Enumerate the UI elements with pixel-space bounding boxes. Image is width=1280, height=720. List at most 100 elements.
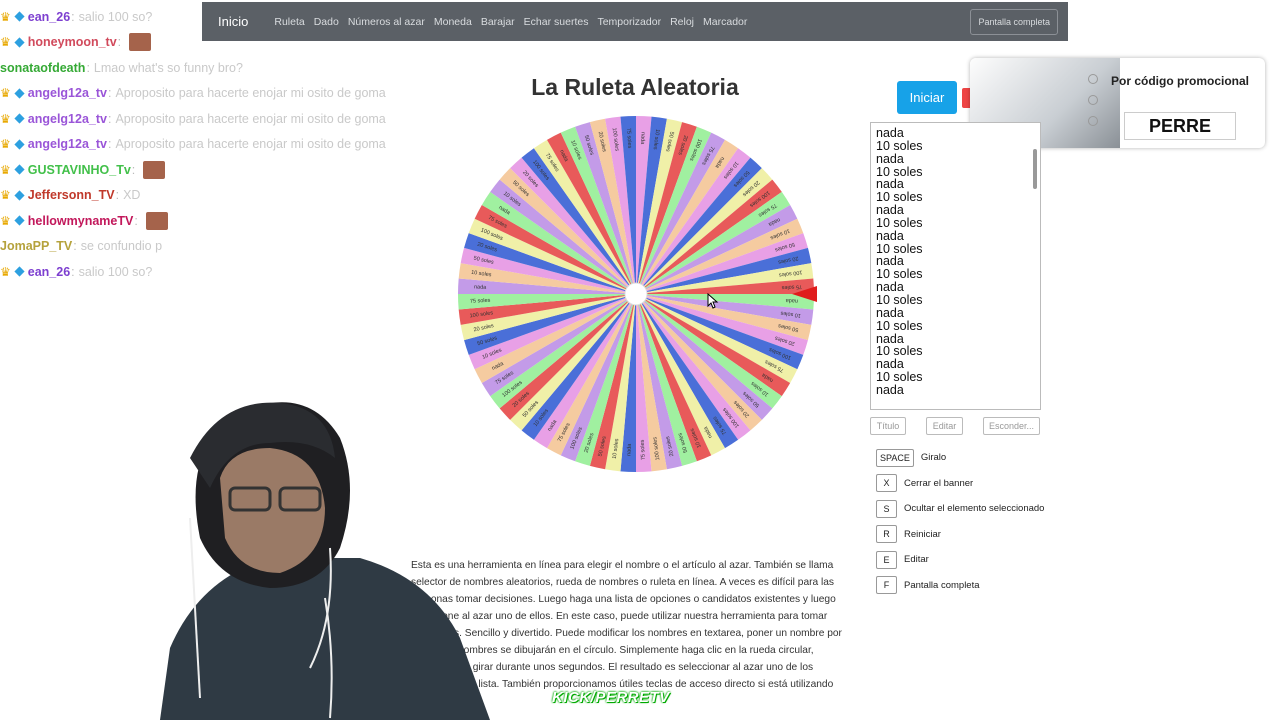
chat-text: XD xyxy=(123,188,141,203)
options-textarea[interactable]: nada 10 soles nada 10 soles nada 10 soles nada… xyxy=(870,122,1041,410)
wheel-segment-label: nada xyxy=(474,284,487,291)
hide-button[interactable]: Esconder... xyxy=(983,417,1040,435)
nav-brand-home[interactable]: Inicio xyxy=(218,14,248,29)
chat-username[interactable]: GUSTAVINHO_Tv xyxy=(28,163,131,177)
nav-link-temporizador[interactable]: Temporizador xyxy=(597,16,661,28)
shortcut-list: SPACE Giralo X Cerrar el banner S Ocultar el … xyxy=(876,445,1044,598)
chat-message: sonataofdeath: Lmao what's so funny bro? xyxy=(0,60,243,75)
chat-username[interactable]: angelg12a_tv xyxy=(28,86,107,100)
crown-icon: ♛ xyxy=(0,9,11,24)
shortcut-row: S Ocultar el elemento seleccionado xyxy=(876,496,1044,522)
nav-link-numeros[interactable]: Números al azar xyxy=(348,16,425,28)
chat-message: ♛ hellowmynameTV: xyxy=(0,208,500,234)
scrollbar-thumb[interactable] xyxy=(1033,149,1037,189)
crown-icon: ♛ xyxy=(0,35,11,50)
chat-message: ♛ angelg12a_tv: Aproposito para hacerte en… xyxy=(0,86,386,101)
nav-link-ruleta[interactable]: Ruleta xyxy=(274,16,304,28)
shortcut-key: E xyxy=(876,550,897,569)
wheel-segment-label: 75 soles xyxy=(640,439,647,460)
shortcut-row: R Reiniciar xyxy=(876,522,1044,548)
option-line: nada xyxy=(876,126,904,140)
nav-link-dado[interactable]: Dado xyxy=(314,16,339,28)
wheel-segment-label: 75 soles xyxy=(625,128,632,149)
chat-username[interactable]: ean_26 xyxy=(28,265,70,279)
chat-overlay: ♛ ean_26: salio 100 so? ♛ honeymoon_tv: sonat… xyxy=(0,4,500,285)
scrollbar[interactable] xyxy=(1033,124,1039,404)
chat-message: ♛ angelg12a_tv: Aproposito para hacerte en… xyxy=(0,111,386,126)
shortcut-label: Pantalla completa xyxy=(904,579,980,591)
nav-link-barajar[interactable]: Barajar xyxy=(481,16,515,28)
wheel-segment-label: nada xyxy=(785,297,798,304)
shortcut-row: SPACE Giralo xyxy=(876,445,1044,471)
crown-icon: ♛ xyxy=(0,86,11,101)
option-line: nada xyxy=(876,305,904,320)
nav-link-moneda[interactable]: Moneda xyxy=(434,16,472,28)
chat-text: Lmao what's so funny bro? xyxy=(93,60,243,75)
crown-icon: ♛ xyxy=(0,137,11,152)
ad-promo-code: PERRE xyxy=(1124,112,1236,140)
search-icon xyxy=(1088,74,1098,84)
wheel-segment-label: nada xyxy=(626,443,633,456)
shortcut-key: R xyxy=(876,525,897,544)
chat-message: JomaPP_TV: se confundio p xyxy=(0,239,163,254)
badge-icon xyxy=(14,113,25,124)
ad-icons xyxy=(1088,74,1102,137)
wheel-center-hub xyxy=(624,282,648,306)
chat-message: ♛ GUSTAVINHO_Tv: xyxy=(0,157,500,183)
shortcut-row: E Editar xyxy=(876,547,1044,573)
chat-message: ♛ Jeffersonn_TV: XD xyxy=(0,188,141,203)
crown-icon: ♛ xyxy=(0,213,11,228)
chat-username[interactable]: hellowmynameTV xyxy=(28,214,134,228)
chat-text: Aproposito para hacerte enojar mi osito … xyxy=(115,137,386,152)
chat-username[interactable]: JomaPP_TV xyxy=(0,239,72,253)
nav-link-reloj[interactable]: Reloj xyxy=(670,16,694,28)
nav-link-marcador[interactable]: Marcador xyxy=(703,16,747,28)
edit-button[interactable]: Editar xyxy=(926,417,963,435)
ad-text: Por código promocional xyxy=(1110,74,1249,88)
crown-icon: ♛ xyxy=(0,162,11,177)
chat-text: se confundio p xyxy=(80,239,163,254)
chat-username[interactable]: honeymoon_tv xyxy=(28,35,117,49)
option-line: 10 soles xyxy=(876,215,923,230)
emote-icon xyxy=(145,211,168,230)
chat-username[interactable]: ean_26 xyxy=(28,10,70,24)
fullscreen-button[interactable]: Pantalla completa xyxy=(970,9,1058,35)
badge-icon xyxy=(14,215,25,226)
badge-icon xyxy=(14,11,25,22)
option-line: 10 soles xyxy=(876,292,923,307)
chat-username[interactable]: angelg12a_tv xyxy=(28,137,107,151)
tag-icon xyxy=(1088,116,1098,126)
mouse-cursor-icon xyxy=(707,293,719,309)
chat-username[interactable]: angelg12a_tv xyxy=(28,112,107,126)
shortcut-key: F xyxy=(876,576,897,595)
badge-icon xyxy=(14,164,25,175)
wheel-segment-label: nada xyxy=(639,132,646,145)
crown-icon: ♛ xyxy=(0,264,11,279)
chat-username[interactable]: sonataofdeath xyxy=(0,61,85,75)
shortcut-key: SPACE xyxy=(876,448,914,467)
shortcut-label: Giralo xyxy=(920,452,947,464)
shortcut-row: X Cerrar el banner xyxy=(876,471,1044,497)
option-line: nada xyxy=(876,228,904,243)
shortcut-key: S xyxy=(876,499,897,518)
chat-username[interactable]: Jeffersonn_TV xyxy=(28,188,115,202)
start-button[interactable]: Iniciar xyxy=(897,81,957,114)
nav-link-echar-suertes[interactable]: Echar suertes xyxy=(524,16,589,28)
crown-icon: ♛ xyxy=(0,188,11,203)
chat-text: Aproposito para hacerte enojar mi osito … xyxy=(115,111,386,126)
shortcut-label: Ocultar el elemento seleccionado xyxy=(904,503,1045,515)
shortcut-key: X xyxy=(876,474,897,493)
option-line: nada xyxy=(876,151,904,166)
emote-icon xyxy=(143,160,166,179)
emote-icon xyxy=(129,33,152,52)
chat-message: ♛ ean_26: salio 100 so? xyxy=(0,264,153,279)
webcam-streamer xyxy=(160,402,490,720)
badge-icon xyxy=(14,139,25,150)
shortcut-label: Cerrar el banner xyxy=(904,477,974,489)
chat-message: ♛ angelg12a_tv: Aproposito para hacerte en… xyxy=(0,137,386,152)
chat-text: salio 100 so? xyxy=(78,264,153,279)
roulette-wheel[interactable]: nada 10 soles 50 soles 20 soles 100 soles75 … xyxy=(455,113,817,475)
option-line: 10 soles xyxy=(876,318,923,333)
title-button[interactable]: Título xyxy=(870,417,906,435)
badge-icon xyxy=(14,266,25,277)
